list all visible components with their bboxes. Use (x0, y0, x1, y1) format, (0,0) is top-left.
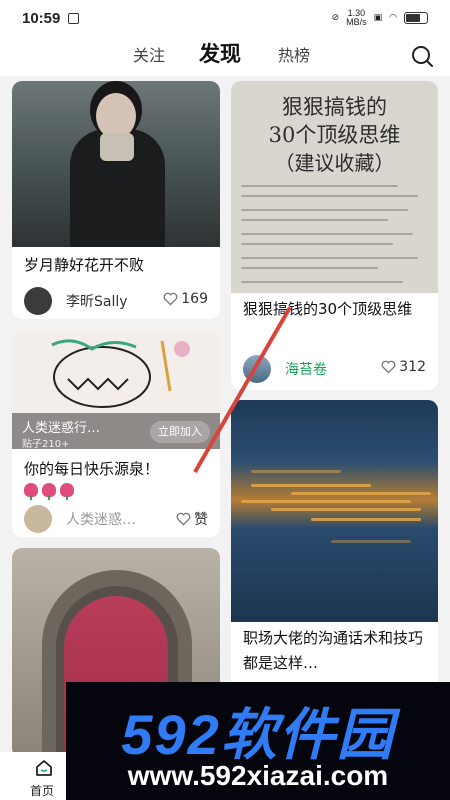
battery-level (406, 14, 420, 22)
notification-icon (68, 12, 80, 24)
sim-icon: ▣ (373, 13, 383, 23)
network-speed: 1.30 MB/s (346, 8, 367, 27)
author-name[interactable]: 李昕Sally (66, 291, 128, 311)
status-icons: ⊘ 1.30 MB/s ▣ ◠ (332, 9, 428, 27)
group-banner[interactable]: 人类迷惑行… 贴子210+ 立即加入 (12, 413, 220, 450)
top-header: 关注 发现 热榜 (0, 36, 450, 76)
card-title: 你的每日快乐源泉！ (24, 460, 160, 478)
poster-title-line2: 30个顶级思维 (268, 123, 401, 147)
like-button[interactable]: 赞 (176, 509, 208, 529)
join-group-button[interactable]: 立即加入 (150, 421, 210, 443)
feed-card[interactable]: 岁月静好花开不败 李昕Sally 169 (12, 81, 220, 319)
card-title: 职场大佬的沟通话术和技巧都是这样… (243, 629, 424, 672)
like-count: 169 (181, 291, 208, 307)
group-posts-count: 贴子210+ (22, 439, 70, 450)
tulip-emojis (24, 483, 74, 500)
home-icon[interactable] (34, 758, 54, 778)
feed-card[interactable]: 人类迷惑行… 贴子210+ 立即加入 你的每日快乐源泉！ 人类迷惑… 赞 (12, 331, 220, 537)
status-bar: 10:59 ⊘ 1.30 MB/s ▣ ◠ (0, 0, 450, 36)
avatar[interactable] (24, 505, 52, 533)
card-image: 狠狠搞钱的 30个顶级思维 （建议收藏） (231, 81, 438, 293)
watermark-url: www.592xiazai.com (127, 760, 389, 791)
poster-title-line1: 狠狠搞钱的 (282, 95, 387, 119)
author-name[interactable]: 人类迷惑… (66, 509, 136, 529)
like-button[interactable]: 312 (381, 359, 426, 375)
card-image (12, 81, 220, 247)
status-time: 10:59 (22, 9, 61, 27)
like-count: 312 (399, 359, 426, 375)
heart-icon (176, 512, 191, 526)
like-button[interactable]: 169 (163, 291, 208, 307)
nav-home-label[interactable]: 首页 (30, 782, 54, 799)
avatar[interactable] (24, 287, 52, 315)
tab-hot[interactable]: 热榜 (278, 42, 310, 66)
mute-icon: ⊘ (331, 13, 340, 23)
author-name[interactable]: 海苔卷 (285, 359, 327, 379)
group-name: 人类迷惑行… (22, 421, 101, 436)
feed-card[interactable]: 狠狠搞钱的 30个顶级思维 （建议收藏） 狠狠搞钱的30个顶级思维 海苔卷 31… (231, 81, 438, 390)
tab-discover[interactable]: 发现 (199, 38, 241, 68)
search-icon[interactable] (410, 44, 434, 68)
watermark-logo: 592软件园 (121, 703, 395, 766)
feed-card[interactable]: 职场大佬的沟通话术和技巧都是这样… (231, 400, 438, 690)
tab-follow[interactable]: 关注 (133, 42, 165, 66)
like-label: 赞 (194, 512, 208, 528)
battery-icon (404, 12, 428, 24)
poster-title-line3: （建议收藏） (274, 151, 395, 175)
heart-icon (381, 360, 396, 374)
card-image (231, 400, 438, 622)
card-title: 岁月静好花开不败 (24, 256, 145, 274)
heart-icon (163, 292, 178, 306)
watermark: 592软件园 www.592xiazai.com (66, 682, 450, 800)
doodle-illustration (51, 339, 190, 408)
card-title: 狠狠搞钱的30个顶级思维 (243, 300, 413, 318)
wifi-icon: ◠ (389, 13, 397, 23)
